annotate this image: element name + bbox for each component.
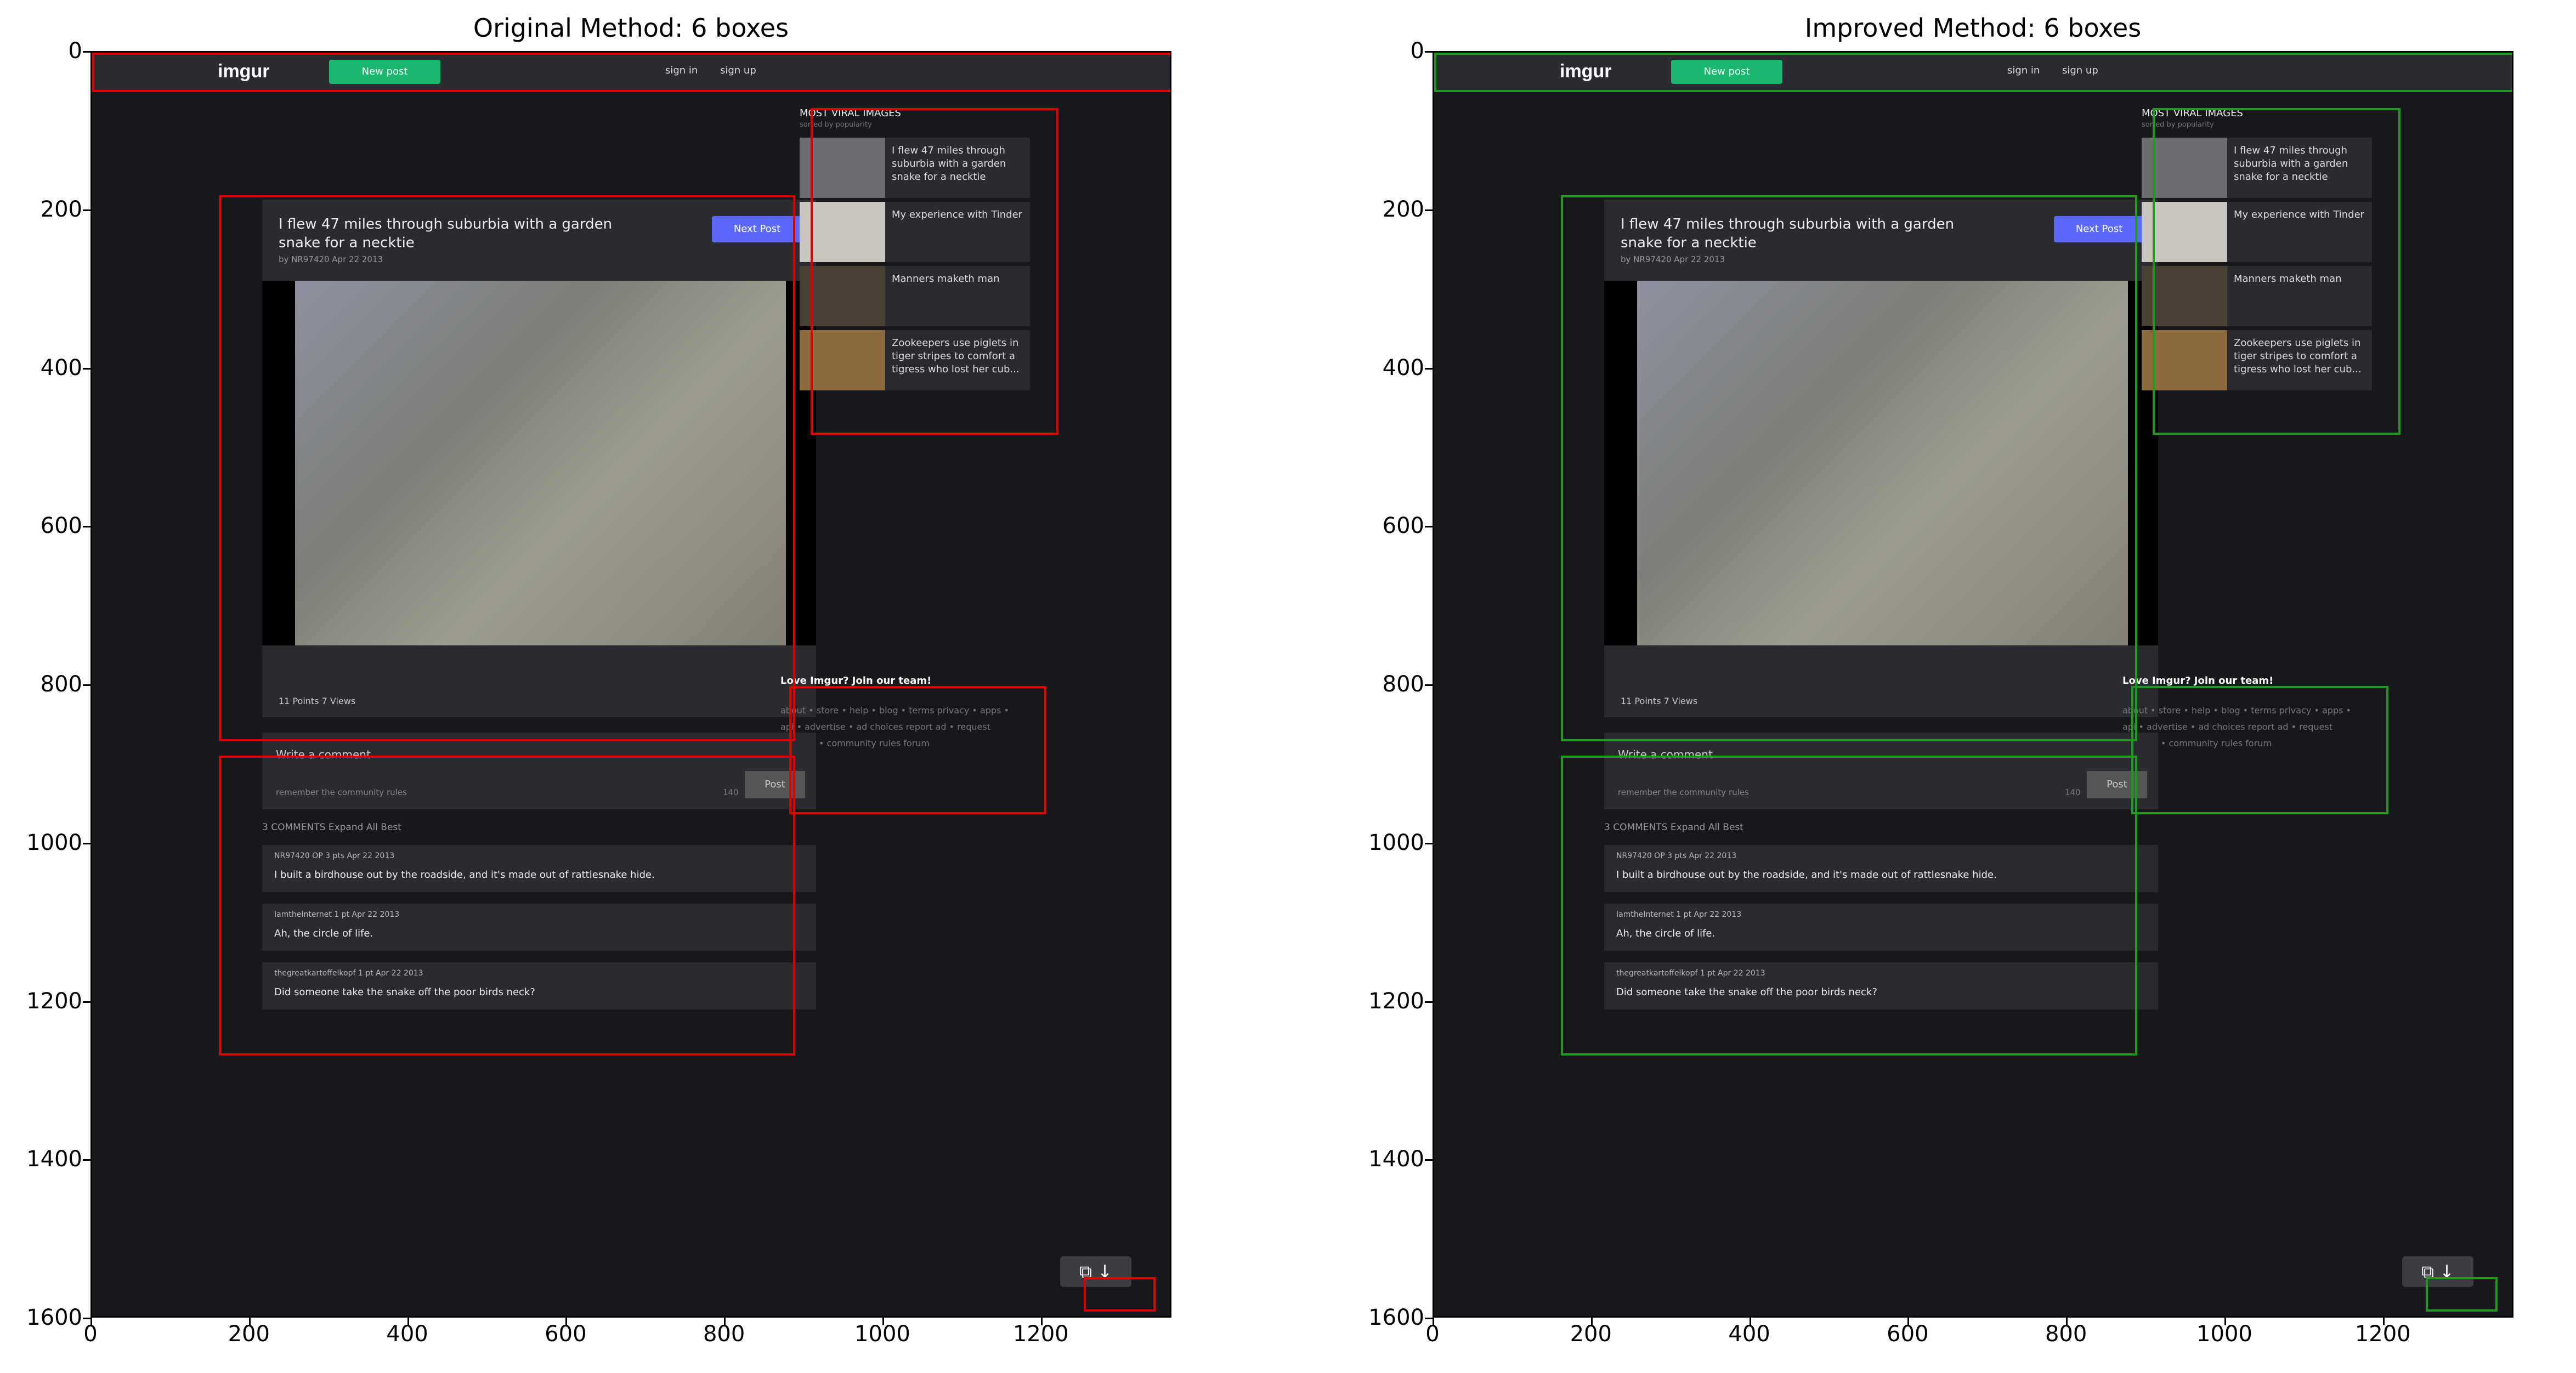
- y-tick-mark: [1425, 1001, 1433, 1003]
- x-tick-mark: [248, 1318, 251, 1325]
- bounding-box: [2152, 108, 2401, 435]
- bounding-box: [92, 53, 1170, 93]
- y-tick-mark: [83, 1159, 90, 1161]
- x-tick-mark: [565, 1318, 568, 1325]
- y-tick-mark: [83, 1318, 90, 1319]
- y-tick-label: 0: [68, 38, 82, 64]
- y-tick-mark: [1425, 842, 1433, 844]
- y-tick-mark: [1425, 367, 1433, 370]
- y-tick-mark: [1425, 526, 1433, 528]
- y-tick-mark: [83, 209, 90, 211]
- y-tick-label: 600: [1382, 513, 1424, 539]
- x-tick-mark: [1040, 1318, 1043, 1325]
- y-tick-mark: [83, 367, 90, 370]
- y-tick-label: 400: [1382, 355, 1424, 381]
- y-tick-mark: [83, 842, 90, 844]
- y-tick-label: 1000: [26, 830, 82, 855]
- y-tick-mark: [83, 1001, 90, 1003]
- y-tick-label: 1200: [26, 988, 82, 1014]
- bounding-box: [2425, 1277, 2498, 1312]
- subplot: Improved Method: 6 boxes imgur New post …: [1342, 0, 2549, 1373]
- y-tick-label: 1200: [1368, 988, 1424, 1014]
- x-tick-mark: [407, 1318, 409, 1325]
- plot-area: imgur New post sign in sign up I flew 47…: [90, 51, 1171, 1318]
- subplot: Original Method: 6 boxes imgur New post …: [0, 0, 1207, 1373]
- y-tick-label: 200: [1382, 196, 1424, 222]
- footer-title: Love Imgur? Join our team!: [2122, 675, 2274, 686]
- bounding-box: [219, 195, 796, 742]
- x-tick-mark: [90, 1318, 92, 1325]
- y-tick-mark: [83, 526, 90, 528]
- x-tick-mark: [1590, 1318, 1593, 1325]
- y-tick-label: 600: [40, 513, 82, 539]
- bounding-box: [2131, 686, 2388, 814]
- bounding-box: [789, 686, 1046, 814]
- bounding-box: [1561, 756, 2138, 1056]
- footer-title: Love Imgur? Join our team!: [780, 675, 932, 686]
- y-tick-mark: [1425, 684, 1433, 686]
- y-tick-label: 400: [40, 355, 82, 381]
- y-tick-label: 1600: [26, 1305, 82, 1330]
- bounding-box: [1083, 1277, 1156, 1312]
- x-tick-mark: [2066, 1318, 2068, 1325]
- y-tick-mark: [1425, 1159, 1433, 1161]
- y-tick-mark: [1425, 1318, 1433, 1319]
- x-tick-mark: [1907, 1318, 1910, 1325]
- bounding-box: [1561, 195, 2138, 742]
- y-tick-label: 1600: [1368, 1305, 1424, 1330]
- x-tick-mark: [1749, 1318, 1751, 1325]
- y-tick-mark: [1425, 209, 1433, 211]
- y-tick-mark: [1425, 51, 1433, 53]
- bounding-box: [810, 108, 1058, 435]
- subplot-title: Improved Method: 6 boxes: [1804, 13, 2142, 43]
- x-tick-mark: [882, 1318, 884, 1325]
- x-tick-mark: [1433, 1318, 1434, 1325]
- y-tick-label: 0: [1410, 38, 1424, 64]
- y-tick-label: 200: [40, 196, 82, 222]
- y-tick-mark: [83, 51, 90, 53]
- y-tick-label: 800: [40, 672, 82, 697]
- bounding-box: [1434, 53, 2512, 93]
- bounding-box: [219, 756, 796, 1056]
- y-tick-label: 1000: [1368, 830, 1424, 855]
- plot-area: imgur New post sign in sign up I flew 47…: [1433, 51, 2513, 1318]
- y-tick-label: 1400: [26, 1147, 82, 1172]
- subplot-title: Original Method: 6 boxes: [473, 13, 789, 43]
- y-tick-mark: [83, 684, 90, 686]
- x-tick-mark: [724, 1318, 726, 1325]
- x-tick-mark: [2224, 1318, 2226, 1325]
- x-tick-mark: [2382, 1318, 2385, 1325]
- y-tick-label: 800: [1382, 672, 1424, 697]
- y-tick-label: 1400: [1368, 1147, 1424, 1172]
